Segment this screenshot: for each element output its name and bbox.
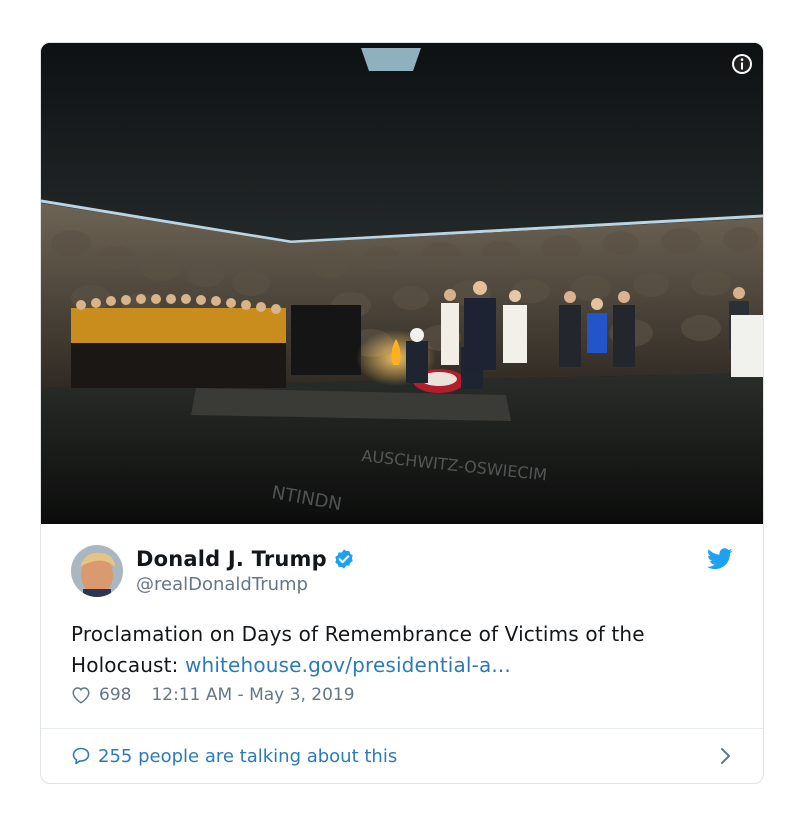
author-name[interactable]: Donald J. Trump	[136, 547, 327, 571]
heart-icon[interactable]	[71, 686, 91, 704]
verified-badge-icon	[335, 549, 353, 569]
embedded-tweet-card[interactable]: AUSCHWITZ-OSWIECIM NTINDN Donald J. Trum…	[40, 42, 764, 784]
tweet-text: Proclamation on Days of Remembrance of V…	[71, 619, 741, 681]
author-handle[interactable]: @realDonaldTrump	[136, 574, 308, 595]
divider	[41, 728, 763, 729]
talk-count-text[interactable]: 255 people are talking about this	[98, 746, 397, 767]
speech-bubble-icon	[72, 747, 90, 765]
tweet-link[interactable]: whitehouse.gov/presidential-a...	[185, 653, 511, 677]
tweet-timestamp[interactable]: 12:11 AM - May 3, 2019	[151, 685, 354, 705]
like-count[interactable]: 698	[99, 685, 131, 705]
tweet-meta: 698 12:11 AM - May 3, 2019	[71, 685, 355, 705]
avatar[interactable]	[71, 545, 123, 597]
twitter-bird-icon[interactable]	[707, 548, 733, 570]
info-icon[interactable]	[731, 53, 753, 75]
tweet-photo[interactable]: AUSCHWITZ-OSWIECIM NTINDN	[41, 43, 763, 524]
chevron-right-icon[interactable]	[719, 746, 733, 766]
tweet-body: Donald J. Trump @realDonaldTrump Proclam…	[41, 524, 763, 783]
conversation-link[interactable]: 255 people are talking about this	[71, 736, 733, 776]
author-row: Donald J. Trump	[136, 547, 355, 571]
